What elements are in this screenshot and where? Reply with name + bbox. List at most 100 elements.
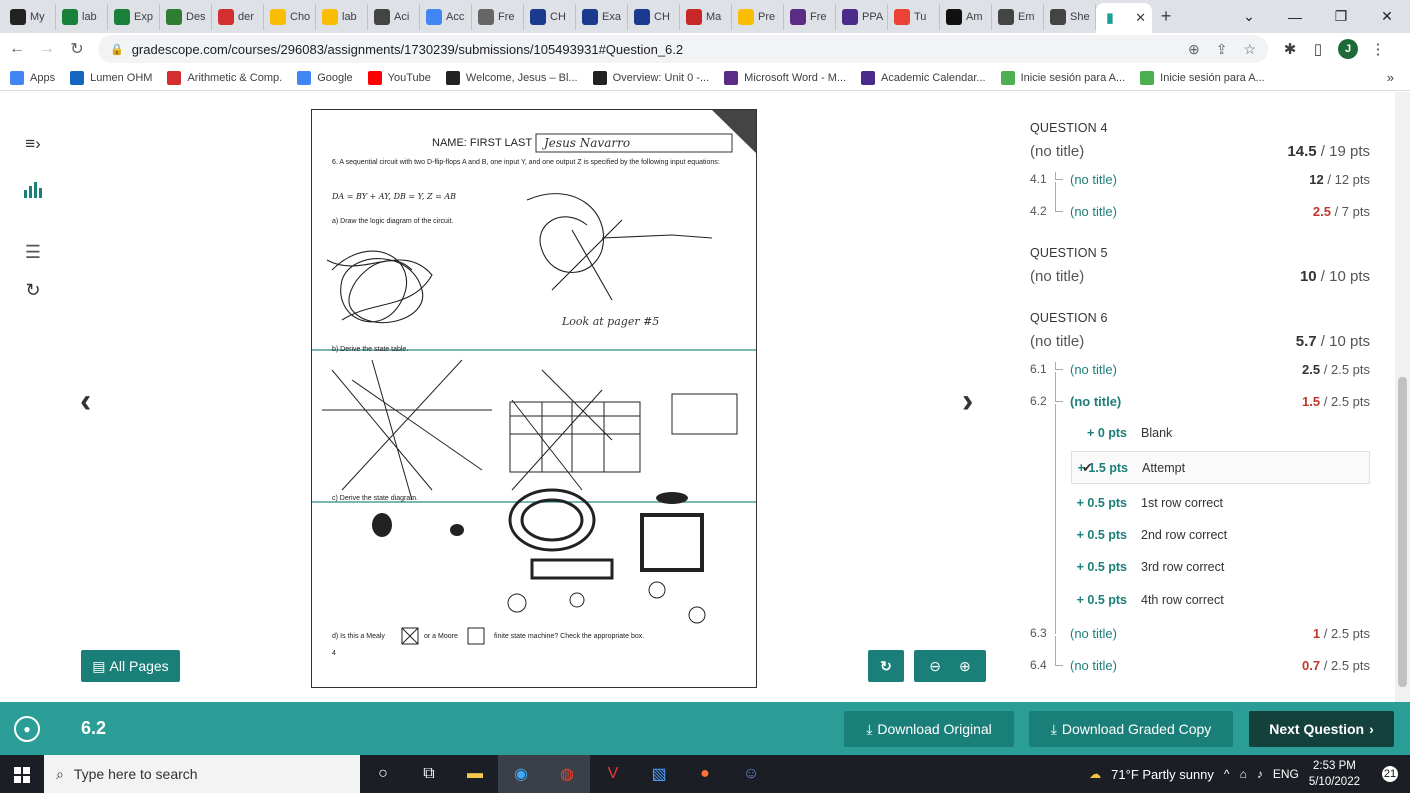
download-original-button[interactable]: ⤓ Download Original: [844, 711, 1014, 747]
zoom-in-icon[interactable]: ⊕: [959, 658, 971, 675]
bookmark-item[interactable]: Inicie sesión para A...: [1000, 70, 1125, 85]
scrollbar-thumb[interactable]: [1398, 377, 1407, 687]
chrome-icon[interactable]: ◍: [544, 755, 590, 793]
windows-start-icon[interactable]: [14, 767, 30, 783]
firefox-icon[interactable]: ●: [682, 755, 728, 793]
tray-chevron-icon[interactable]: ^: [1224, 767, 1230, 781]
question-6-row[interactable]: (no title) 5.7 / 10 pts: [1030, 333, 1370, 350]
close-tab-icon[interactable]: ✕: [1135, 10, 1146, 26]
outline-list-icon[interactable]: ☰: [20, 240, 46, 264]
share-icon[interactable]: ⇪: [1216, 41, 1228, 58]
bookmark-item[interactable]: Overview: Unit 0 -...: [592, 70, 709, 85]
rubric-item-row3[interactable]: + 0.5 pts 3rd row correct: [1071, 550, 1370, 583]
browser-tab[interactable]: Fre: [472, 3, 524, 30]
bookmark-item[interactable]: Academic Calendar...: [861, 70, 986, 85]
statistics-bars-icon[interactable]: [20, 178, 46, 202]
forward-button[interactable]: →: [34, 36, 60, 62]
browser-tab[interactable]: Fre: [784, 3, 836, 30]
browser-tab[interactable]: der: [212, 3, 264, 30]
notification-badge[interactable]: 21: [1370, 755, 1410, 793]
more-bookmarks-icon[interactable]: »: [1387, 70, 1394, 85]
bookmark-item[interactable]: Microsoft Word - M...: [724, 70, 846, 85]
browser-tab[interactable]: My: [4, 3, 56, 30]
rubric-scrollbar[interactable]: [1395, 92, 1410, 702]
side-panel-icon[interactable]: ▯: [1304, 40, 1332, 58]
rotate-button[interactable]: ↻: [868, 650, 904, 682]
active-tab[interactable]: ▮ ✕: [1096, 3, 1152, 33]
browser-tab[interactable]: Aci: [368, 3, 420, 30]
next-question-button[interactable]: Next Question ›: [1249, 711, 1394, 747]
browser-tab[interactable]: Am: [940, 3, 992, 30]
file-explorer-icon[interactable]: ▬: [452, 755, 498, 793]
next-page-arrow[interactable]: ›: [962, 382, 973, 421]
cortana-icon[interactable]: ○: [360, 755, 406, 793]
rubric-item-row4[interactable]: + 0.5 pts 4th row correct: [1071, 583, 1370, 616]
minimize-button[interactable]: —: [1272, 0, 1318, 33]
question-4-row[interactable]: (no title) 14.5 / 19 pts: [1030, 143, 1370, 160]
previous-page-arrow[interactable]: ‹: [80, 382, 91, 421]
photos-icon[interactable]: ▧: [636, 755, 682, 793]
bookmark-item[interactable]: Apps: [10, 70, 55, 85]
address-bar[interactable]: 🔒 gradescope.com/courses/296083/assignme…: [98, 35, 1268, 63]
subquestion-4-1[interactable]: 4.1 (no title) 12 / 12 pts: [1030, 172, 1370, 187]
edge-icon[interactable]: ◉: [498, 755, 544, 793]
back-button[interactable]: ←: [4, 36, 30, 62]
browser-tab[interactable]: She: [1044, 3, 1096, 30]
close-window-button[interactable]: ✕: [1364, 0, 1410, 33]
browser-tab[interactable]: Des: [160, 3, 212, 30]
question-5-row[interactable]: (no title) 10 / 10 pts: [1030, 268, 1370, 285]
browser-tab[interactable]: PPA: [836, 3, 888, 30]
rubric-item-row1[interactable]: + 0.5 pts 1st row correct: [1071, 486, 1370, 519]
vector-app-icon[interactable]: V: [590, 755, 636, 793]
new-tab-button[interactable]: +: [1152, 3, 1180, 31]
reload-button[interactable]: ↻: [64, 36, 90, 62]
browser-tab[interactable]: Cho: [264, 3, 316, 30]
rubric-item-blank[interactable]: + 0 pts Blank: [1071, 416, 1370, 449]
browser-tab[interactable]: Em: [992, 3, 1044, 30]
bookmark-star-icon[interactable]: ☆: [1243, 41, 1256, 58]
browser-tab[interactable]: lab: [56, 3, 108, 30]
profile-avatar[interactable]: J: [1338, 39, 1358, 59]
bookmark-item[interactable]: Inicie sesión para A...: [1140, 70, 1265, 85]
restore-button[interactable]: ❐: [1318, 0, 1364, 33]
student-avatar-icon[interactable]: ●: [14, 715, 40, 742]
subquestion-6-4[interactable]: 6.4 (no title) 0.7 / 2.5 pts: [1030, 658, 1370, 673]
zoom-icon[interactable]: ⊕: [1188, 41, 1200, 58]
extensions-icon[interactable]: ✱: [1276, 40, 1304, 58]
bookmark-item[interactable]: Lumen OHM: [70, 70, 152, 85]
browser-tab[interactable]: Exa: [576, 3, 628, 30]
expand-menu-icon[interactable]: ≡›: [20, 132, 46, 156]
browser-tab[interactable]: Exp: [108, 3, 160, 30]
lock-icon[interactable]: 🔒: [110, 43, 124, 56]
weather-text[interactable]: 71°F Partly sunny: [1111, 767, 1214, 782]
rubric-item-attempt[interactable]: ✔ + 1.5 pts Attempt: [1071, 451, 1370, 484]
subquestion-6-1[interactable]: 6.1 (no title) 2.5 / 2.5 pts: [1030, 362, 1370, 377]
tab-search-icon[interactable]: ⌄: [1226, 0, 1272, 33]
subquestion-6-3[interactable]: 6.3 (no title) 1 / 2.5 pts: [1030, 626, 1370, 641]
subquestion-6-2[interactable]: 6.2 (no title) 1.5 / 2.5 pts: [1030, 394, 1370, 409]
bookmark-item[interactable]: Arithmetic & Comp.: [167, 70, 282, 85]
rubric-item-row2[interactable]: + 0.5 pts 2nd row correct: [1071, 518, 1370, 551]
volume-icon[interactable]: ♪: [1257, 767, 1263, 781]
browser-tab[interactable]: Acc: [420, 3, 472, 30]
subquestion-4-2[interactable]: 4.2 (no title) 2.5 / 7 pts: [1030, 204, 1370, 219]
discord-icon[interactable]: ☺: [728, 755, 774, 793]
regrade-refresh-icon[interactable]: ↻: [20, 278, 46, 302]
zoom-out-icon[interactable]: ⊖: [929, 658, 941, 675]
menu-kebab-icon[interactable]: ⋮: [1364, 40, 1392, 58]
download-graded-button[interactable]: ⤓ Download Graded Copy: [1029, 711, 1233, 747]
weather-icon[interactable]: ☁: [1089, 767, 1101, 781]
task-view-icon[interactable]: ⧉: [406, 755, 452, 793]
browser-tab[interactable]: Pre: [732, 3, 784, 30]
browser-tab[interactable]: lab: [316, 3, 368, 30]
bookmark-item[interactable]: Google: [297, 70, 353, 85]
browser-tab[interactable]: Ma: [680, 3, 732, 30]
bookmark-item[interactable]: YouTube: [367, 70, 431, 85]
browser-tab[interactable]: Tu: [888, 3, 940, 30]
all-pages-button[interactable]: ▤ All Pages: [81, 650, 180, 682]
clock[interactable]: 2:53 PM 5/10/2022: [1309, 758, 1360, 790]
bookmark-item[interactable]: Welcome, Jesus – Bl...: [445, 70, 578, 85]
browser-tab[interactable]: CH: [524, 3, 576, 30]
language-indicator[interactable]: ENG: [1273, 767, 1299, 781]
network-icon[interactable]: ⌂: [1240, 767, 1247, 781]
